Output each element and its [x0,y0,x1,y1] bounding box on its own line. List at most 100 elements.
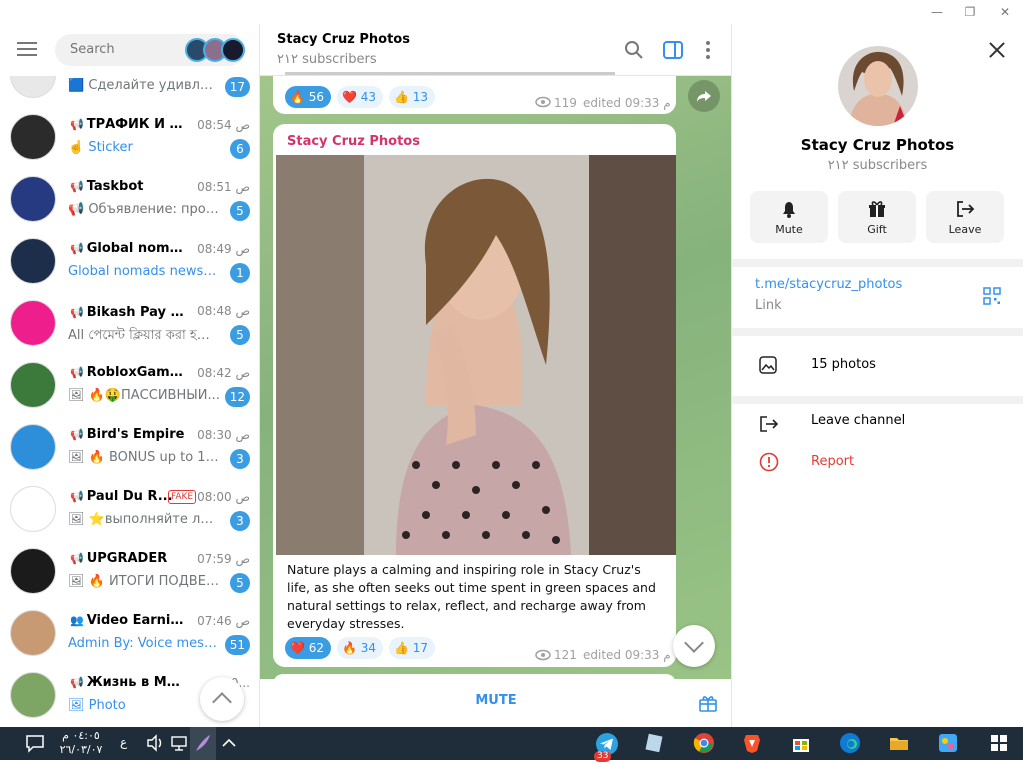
story-avatar[interactable] [221,38,245,62]
chat-name: 📢 Bird's Empire [70,427,188,442]
brave-icon[interactable] [741,732,763,754]
reaction-chip[interactable]: 🔥 56 [285,86,332,108]
chat-list-item[interactable]: 📢 UPGRADER 07:59 ص 🖼 🔥 ИТОГИ ПОДВЕД... 5 [0,540,259,602]
chat-name-text: RobloxGame🔰 [86,365,188,380]
unread-badge: 1 [230,263,250,283]
chat-name: 📢 Taskbot [70,179,188,194]
link-section[interactable]: t.me/stacycruz_photos Link [732,267,1023,328]
edge-icon[interactable] [839,732,861,754]
reaction-emoji: 🔥 [290,90,305,104]
pen-icon[interactable] [190,727,216,760]
previous-post[interactable]: 🔥 56 ❤️ 43 👍 13 119 edited 09:33 م [273,72,676,114]
chat-avatar [10,548,56,594]
channel-type-icon: 📢 [70,366,84,379]
leave-action-button[interactable]: Leave [926,191,1004,243]
chat-last-message: 🟦 Сделайте удивленн... [68,78,220,93]
clock-date: ٢٦/٠٣/٠٧ [59,743,103,756]
reaction-chip[interactable]: 👍 17 [389,637,436,659]
chat-last-message: Admin By: Voice message [68,636,220,651]
chat-last-message: 🖼 🔥🤑ПАССИВНЫЙ... [68,388,220,403]
network-icon[interactable] [168,732,190,754]
chat-name: 📢Global nomads ... [70,241,188,256]
views-eye-icon [535,649,551,661]
chat-list-item[interactable]: 📢Bikash Pay - বি... 08:48 ص All পেমেন্ট ক্… [0,292,259,354]
chat-list-item[interactable]: 📢 Taskbot 08:51 ص 📢 Объявление: пром... 5 [0,168,259,230]
chat-name: 👥Video Earning ... [70,613,188,628]
report-item[interactable]: Report [732,444,1023,484]
chat-avatar [10,424,56,470]
unread-badge: 17 [224,77,250,97]
chat-name: 📢Bikash Pay - বি... [70,303,188,324]
notes-app-icon[interactable] [643,732,665,754]
reaction-chip[interactable]: ❤️ 62 [285,637,332,659]
menu-icon[interactable] [17,42,37,56]
share-button[interactable] [688,80,720,112]
telegram-taskbar-icon[interactable]: 33 [594,731,620,762]
chat-header[interactable]: Stacy Cruz Photos ٢١٢ subscribers [260,24,731,76]
channel-link[interactable]: t.me/stacycruz_photos [755,277,902,292]
chat-list-item[interactable]: 📢 Bird's Empire 08:30 ص 🖼 🔥 BONUS up to 150… [0,416,259,478]
chevron-up-icon[interactable] [218,732,240,754]
chat-time: 07:59 ص [197,552,250,566]
chat-title[interactable]: Stacy Cruz Photos [277,32,410,47]
truncated-text-line [285,72,615,75]
windows-taskbar: ٠٤:٠٥ م ٢٦/٠٣/٠٧ ع 33 [0,727,1023,762]
chat-list-item[interactable]: 📢ТРАФИК И ПРО... 08:54 ص ☝️ Sticker 6 [0,106,259,168]
reaction-count: 17 [412,641,429,655]
reaction-chip[interactable]: ❤️ 43 [337,86,384,108]
scroll-down-button[interactable] [673,625,715,667]
language-indicator[interactable]: ع [120,735,127,749]
notification-icon[interactable] [24,732,46,754]
scroll-up-button[interactable] [200,677,244,721]
gift-action-button[interactable]: Gift [838,191,916,243]
edited-time: edited 09:33 م [583,96,671,110]
file-explorer-icon[interactable] [888,732,910,754]
search-box[interactable] [55,34,245,66]
chat-name-text: Video Earning ... [86,613,188,628]
close-icon[interactable] [987,40,1007,60]
search-input[interactable] [70,42,180,57]
window-close-button[interactable]: ✕ [990,2,1020,22]
unread-badge: 3 [230,511,250,531]
sidebar-toggle-icon[interactable] [661,38,685,62]
link-label: Link [755,298,782,313]
leave-channel-item[interactable]: Leave channel [732,404,1023,444]
chrome-icon[interactable] [693,732,715,754]
chat-avatar [10,238,56,284]
chat-last-message: 🖼 Photo [68,698,126,713]
chat-list-item[interactable]: 👥Video Earning ... 07:46 ص Admin By: Voice… [0,602,259,664]
taskbar-clock[interactable]: ٠٤:٠٥ م ٢٦/٠٣/٠٧ [58,729,104,757]
mute-action-button[interactable]: Mute [750,191,828,243]
reaction-chip[interactable]: 🔥 34 [337,637,384,659]
chat-time: 07:46 ص [197,614,250,628]
chat-list-item[interactable]: 📢 Paul Du R... FAKE 08:00 ص 🖼 ⭐выполняйте ле… [0,478,259,540]
restore-button[interactable]: ❐ [955,2,985,22]
clock-time: ٠٤:٠٥ م [62,729,100,742]
channel-type-icon: 📢 [70,428,84,441]
post-photo[interactable] [276,155,676,555]
channel-avatar[interactable] [838,46,918,126]
post-text: Nature plays a calming and inspiring rol… [287,562,656,631]
reaction-emoji: ❤️ [342,90,357,104]
chat-name-text: ТРАФИК И ПРО... [86,117,188,132]
chat-name: 📢Жизнь в Мемах [70,675,188,690]
chat-list-item[interactable]: 📢Global nomads ... 08:49 ص Global nomads n… [0,230,259,292]
store-icon[interactable] [790,732,812,754]
windows-start-icon[interactable] [988,732,1010,754]
chat-avatar [10,300,56,346]
qr-code-icon[interactable] [983,287,1001,305]
photos-count: 15 photos [811,357,876,372]
more-options-icon[interactable] [696,38,720,62]
mute-button[interactable]: MUTE [460,693,532,708]
channel-post[interactable]: Stacy Cruz Photos Nature plays a calming… [273,124,676,667]
chat-list-item[interactable]: 📢 RobloxGame🔰 08:42 ص 🖼 🔥🤑ПАССИВНЫЙ... 12 [0,354,259,416]
volume-icon[interactable] [144,732,166,754]
reaction-chip[interactable]: 👍 13 [389,86,436,108]
minimize-button[interactable]: — [922,2,952,22]
gift-icon[interactable] [698,693,718,713]
chat-name-text: Taskbot [86,179,144,194]
search-icon[interactable] [622,38,646,62]
mute-action-label: Mute [775,223,803,236]
game-app-icon[interactable] [937,732,959,754]
photos-section[interactable]: 15 photos [732,336,1023,396]
